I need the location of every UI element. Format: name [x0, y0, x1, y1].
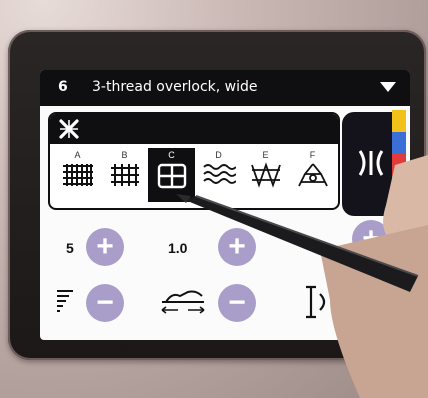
- dropdown-arrow-icon[interactable]: [380, 82, 396, 92]
- thread-color-red: [392, 154, 406, 176]
- thread-color-blue: [392, 132, 406, 154]
- stitch-option-label: B: [121, 150, 128, 160]
- plus-icon: +: [362, 222, 380, 255]
- minus-icon: −: [96, 286, 114, 319]
- close-x-icon[interactable]: [58, 118, 80, 140]
- length-decrease-button[interactable]: −: [218, 284, 256, 322]
- overlock-stitch-icon: [62, 164, 93, 186]
- stitch-option-c[interactable]: C: [148, 148, 195, 202]
- tension-icon[interactable]: [302, 284, 332, 320]
- stitch-option-b[interactable]: B: [101, 148, 148, 202]
- side-increase-button[interactable]: +: [352, 220, 390, 258]
- stitch-option-label: C: [168, 150, 175, 160]
- width-increase-button[interactable]: +: [86, 228, 124, 266]
- overlock-stitch-icon: [157, 163, 186, 189]
- stitch-option-label: F: [309, 150, 316, 160]
- stitch-option-label: A: [74, 150, 81, 160]
- stitch-number: 6: [58, 79, 68, 95]
- stitch-width-value: 5: [66, 240, 74, 256]
- stitch-name: 3-thread overlock, wide: [92, 79, 258, 95]
- stitch-option-label: D: [215, 150, 222, 160]
- stitch-option-label: E: [262, 150, 269, 160]
- stitch-option-e[interactable]: E: [242, 148, 289, 202]
- stitch-title-bar[interactable]: 6 3-thread overlock, wide: [40, 70, 410, 106]
- touch-screen: 6 3-thread overlock, wide A B C D E F 5 …: [40, 70, 410, 340]
- stitch-option-a[interactable]: A: [54, 148, 101, 202]
- plus-icon: +: [228, 230, 246, 263]
- minus-icon: −: [228, 286, 246, 319]
- plus-icon: +: [96, 230, 114, 263]
- thread-color-strip: [392, 110, 406, 220]
- stitch-width-icon: [57, 290, 73, 312]
- stitch-option-d[interactable]: D: [195, 148, 242, 202]
- width-decrease-button[interactable]: −: [86, 284, 124, 322]
- overlock-stitch-icon: [297, 163, 328, 187]
- stitch-panel-header: [50, 114, 338, 144]
- stitch-length-value: 1.0: [168, 240, 188, 256]
- thread-color-green: [392, 176, 406, 198]
- stitch-variant-panel: A B C D E F: [48, 112, 340, 210]
- overlock-stitch-icon: [250, 162, 281, 188]
- stitch-option-f[interactable]: F: [289, 148, 336, 202]
- overlock-stitch-icon: [202, 164, 236, 184]
- thread-color-yellow: [392, 110, 406, 132]
- mirror-icon: [358, 150, 384, 176]
- length-increase-button[interactable]: +: [218, 228, 256, 266]
- overlock-stitch-icon: [110, 164, 139, 186]
- stitch-length-icon: [161, 290, 205, 314]
